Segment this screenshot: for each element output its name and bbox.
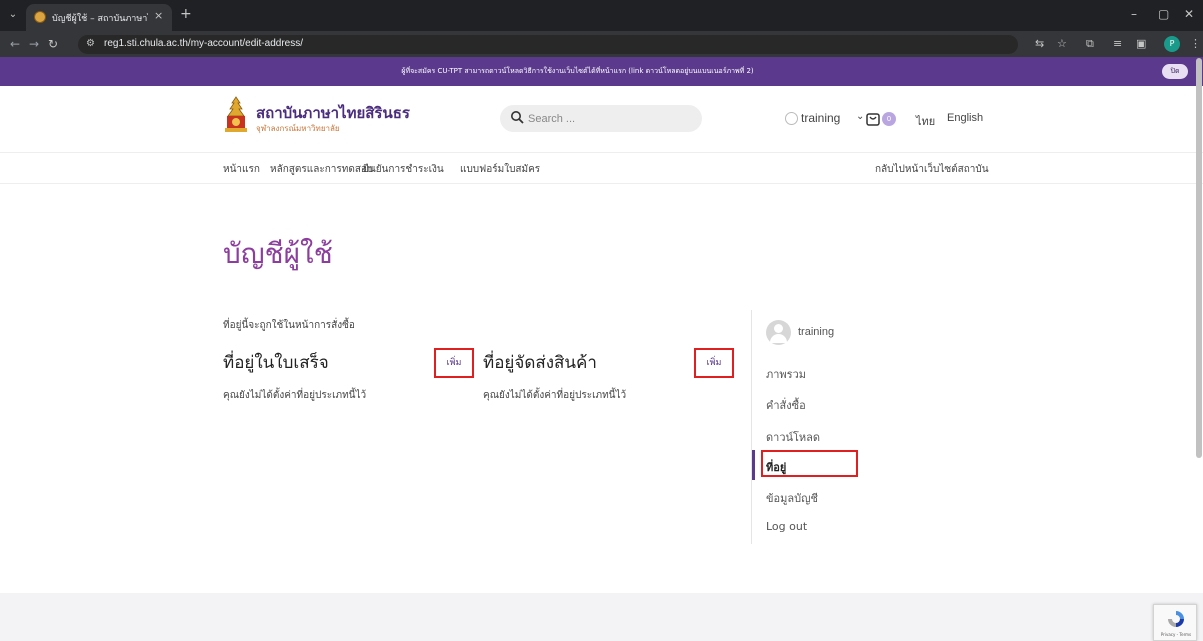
user-avatar-icon <box>785 112 798 125</box>
announcement-bar: ผู้ที่จะสมัคร CU-TPT สามารถดาวน์โหลดวิธี… <box>0 57 1203 86</box>
recaptcha-badge[interactable]: Privacy - Terms <box>1153 604 1197 641</box>
tab-title: บัญชีผู้ใช้ – สถาบันภาษาไทยสิรินธร <box>52 14 148 24</box>
site-info-icon[interactable]: ⚙ <box>86 38 95 49</box>
back-arrow-icon[interactable]: ← <box>10 37 20 51</box>
nav-item-home[interactable]: หน้าแรก <box>223 162 260 177</box>
language-english-link[interactable]: English <box>947 112 983 124</box>
cart-count-badge: 0 <box>882 112 896 126</box>
minimize-button[interactable]: – <box>1131 7 1137 21</box>
reload-icon[interactable]: ↻ <box>48 37 58 51</box>
announcement-close-button[interactable]: ปิด <box>1162 64 1188 79</box>
tab-close-icon[interactable]: × <box>154 9 163 22</box>
account-nav-downloads[interactable]: ดาวน์โหลด <box>766 428 820 446</box>
account-avatar-icon <box>766 320 791 345</box>
active-indicator <box>752 450 755 480</box>
page-scrollbar[interactable] <box>1196 58 1202 458</box>
omnibox[interactable]: ⚙ reg1.sti.chula.ac.th/my-account/edit-a… <box>78 35 1018 54</box>
chevron-down-icon[interactable]: ⌄ <box>856 111 864 122</box>
shipping-address-empty-text: คุณยังไม่ได้ตั้งค่าที่อยู่ประเภทนี้ไว้ <box>483 390 627 401</box>
billing-address-title: ที่อยู่ในใบเสร็จ <box>223 353 329 373</box>
main-navigation: หน้าแรก หลักสูตรและการทดสอบ ยืนยันการชำร… <box>0 152 1203 184</box>
shipping-address-title: ที่อยู่จัดส่งสินค้า <box>483 353 597 373</box>
account-nav-dashboard[interactable]: ภาพรวม <box>766 365 806 383</box>
announcement-text: ผู้ที่จะสมัคร CU-TPT สามารถดาวน์โหลดวิธี… <box>401 67 754 75</box>
search-icon[interactable] <box>510 110 524 124</box>
cart-icon[interactable] <box>865 111 881 127</box>
back-to-institute-link[interactable]: กลับไปหน้าเว็บไซต์สถาบัน <box>875 162 989 177</box>
recaptcha-icon <box>1168 611 1184 627</box>
browser-address-bar: ← → ↻ ⚙ reg1.sti.chula.ac.th/my-account/… <box>0 31 1203 57</box>
new-tab-button[interactable]: + <box>180 6 192 22</box>
search-input[interactable] <box>528 110 688 127</box>
logo-subtitle: จุฬาลงกรณ์มหาวิทยาลัย <box>256 124 340 133</box>
site-favicon-icon <box>34 11 46 23</box>
nav-item-application-form[interactable]: แบบฟอร์มใบสมัคร <box>460 162 540 177</box>
forward-arrow-icon[interactable]: → <box>29 37 39 51</box>
institute-logo-icon[interactable] <box>223 96 249 134</box>
footer-band <box>0 593 1203 641</box>
extensions-icon[interactable]: ⧉ <box>1086 37 1094 51</box>
profile-avatar-icon[interactable]: P <box>1164 36 1180 52</box>
account-nav-logout[interactable]: Log out <box>766 520 807 533</box>
add-billing-address-link[interactable]: เพิ่ม <box>434 348 474 378</box>
language-thai-link[interactable]: ไทย <box>916 112 935 130</box>
close-window-button[interactable]: ✕ <box>1184 7 1194 21</box>
billing-address-empty-text: คุณยังไม่ได้ตั้งค่าที่อยู่ประเภทนี้ไว้ <box>223 390 367 401</box>
nav-item-courses[interactable]: หลักสูตรและการทดสอบ <box>270 162 373 177</box>
nav-item-payment-confirm[interactable]: ยืนยันการชำระเงิน <box>363 162 444 177</box>
browser-tab[interactable]: บัญชีผู้ใช้ – สถาบันภาษาไทยสิรินธร × <box>26 4 172 31</box>
user-menu-name[interactable]: training <box>801 111 840 125</box>
reading-list-icon[interactable]: ≡ <box>1113 37 1122 50</box>
account-username: training <box>798 326 835 338</box>
url-text[interactable]: reg1.sti.chula.ac.th/my-account/edit-add… <box>104 38 303 49</box>
bookmark-star-icon[interactable]: ☆ <box>1057 37 1067 50</box>
recaptcha-footer-text[interactable]: Privacy - Terms <box>1156 632 1196 637</box>
maximize-button[interactable]: ▢ <box>1158 7 1169 21</box>
site-header: สถาบันภาษาไทยสิรินธร จุฬาลงกรณ์มหาวิทยาล… <box>0 86 1203 152</box>
translate-icon[interactable]: ⇆ <box>1035 37 1044 50</box>
account-nav-orders[interactable]: คำสั่งซื้อ <box>766 396 806 414</box>
add-shipping-address-link[interactable]: เพิ่ม <box>694 348 734 378</box>
tab-search-icon[interactable]: ⌄ <box>6 8 20 22</box>
account-nav-addresses[interactable]: ที่อยู่ <box>766 458 786 476</box>
page-title: บัญชีผู้ใช้ <box>223 237 333 270</box>
browser-menu-icon[interactable]: ⋮ <box>1190 37 1201 50</box>
account-nav-account-details[interactable]: ข้อมูลบัญชี <box>766 489 818 507</box>
browser-tab-bar: ⌄ บัญชีผู้ใช้ – สถาบันภาษาไทยสิรินธร × +… <box>0 0 1203 31</box>
search-box[interactable] <box>500 105 702 132</box>
side-panel-icon[interactable]: ▣ <box>1136 37 1146 50</box>
account-navigation: training ภาพรวม คำสั่งซื้อ ดาวน์โหลด ที่… <box>751 310 931 544</box>
address-intro-text: ที่อยู่นี้จะถูกใช้ในหน้าการสั่งซื้อ <box>223 320 355 331</box>
